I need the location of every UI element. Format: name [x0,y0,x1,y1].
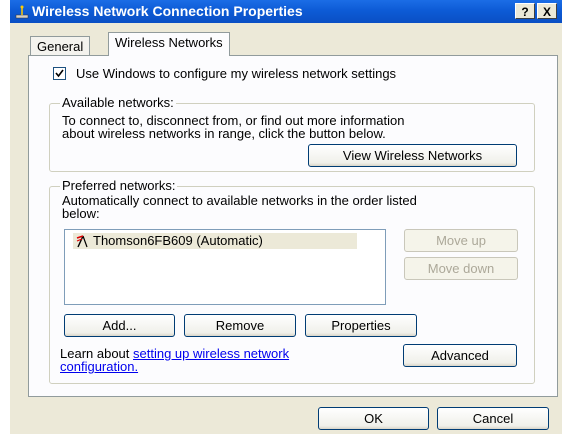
move-up-button[interactable]: Move up [404,229,518,252]
cancel-button[interactable]: Cancel [437,407,549,430]
setup-wireless-link-continued[interactable]: configuration. [60,359,138,374]
preferred-networks-legend: Preferred networks: [60,178,178,193]
add-button[interactable]: Add... [64,314,175,337]
view-wireless-networks-button[interactable]: View Wireless Networks [308,144,517,167]
preferred-networks-list[interactable]: Thomson6FB609 (Automatic) [64,229,386,305]
network-name: Thomson6FB609 (Automatic) [93,233,263,248]
available-text-line2: about wireless networks in range, click … [62,126,386,141]
use-windows-checkbox[interactable] [53,67,66,80]
help-button[interactable]: ? [515,3,535,19]
move-down-button[interactable]: Move down [404,257,518,280]
use-windows-label[interactable]: Use Windows to configure my wireless net… [76,66,396,81]
network-connection-icon [15,5,29,19]
list-item[interactable]: Thomson6FB609 (Automatic) [73,233,357,249]
checkmark-icon [55,69,64,78]
wireless-antenna-icon [76,235,88,248]
preferred-text-line1: Automatically connect to available netwo… [62,193,417,208]
tab-general[interactable]: General [30,36,91,55]
remove-button[interactable]: Remove [184,314,296,337]
available-networks-legend: Available networks: [60,95,176,110]
advanced-button[interactable]: Advanced [403,344,517,367]
properties-button[interactable]: Properties [305,314,417,337]
title-bar[interactable]: Wireless Network Connection Properties ?… [10,0,562,23]
close-button[interactable]: X [537,3,557,19]
tab-wireless-networks[interactable]: Wireless Networks [108,32,230,56]
preferred-text-line2: below: [62,206,100,221]
setup-wireless-link[interactable]: setting up wireless network [133,346,289,361]
window-title: Wireless Network Connection Properties [32,3,303,19]
ok-button[interactable]: OK [318,407,429,430]
